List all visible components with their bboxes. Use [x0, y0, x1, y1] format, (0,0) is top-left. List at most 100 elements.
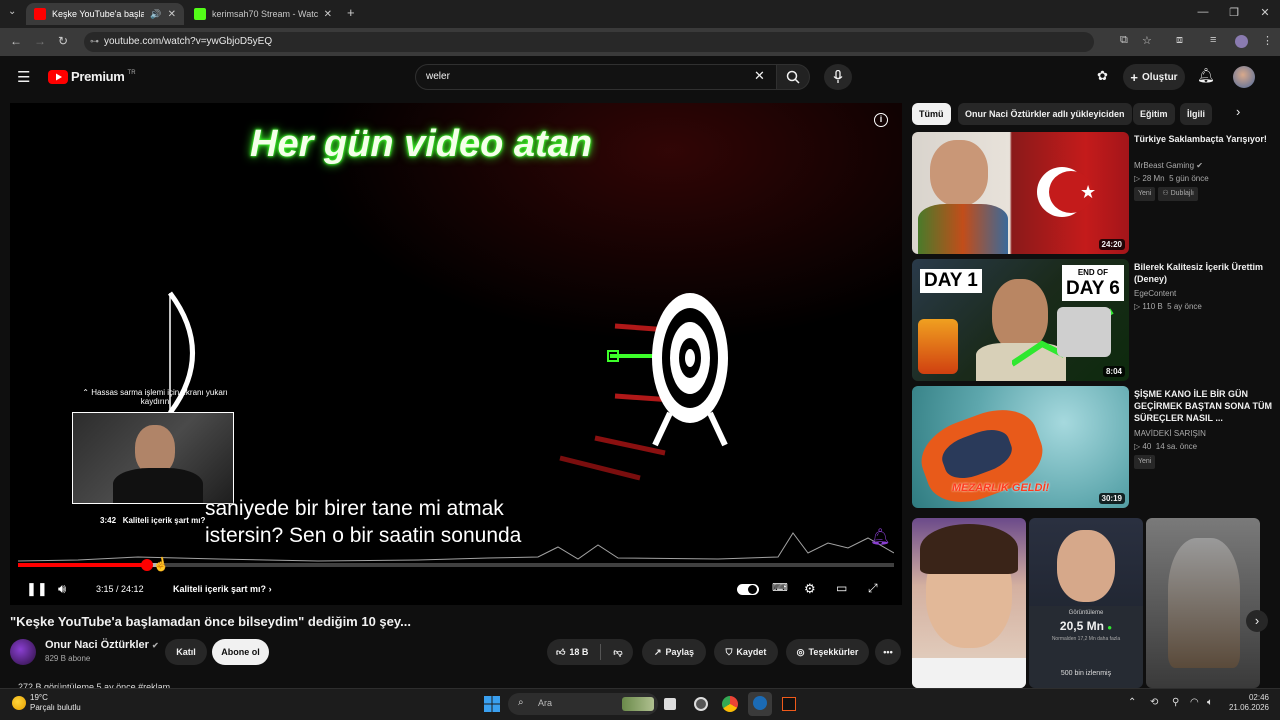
subscribe-button[interactable]: Abone ol — [212, 639, 269, 665]
new-tab-button[interactable]: + — [347, 5, 355, 20]
badge-dubbed: ⚇ Dublajlı — [1158, 187, 1198, 201]
create-button[interactable]: + Oluştur — [1123, 64, 1185, 90]
channel-name[interactable]: Onur Naci Öztürkler ✔ — [45, 639, 159, 651]
shorts-next-icon[interactable]: › — [1246, 610, 1268, 632]
youtube-logo[interactable]: Premium TR — [48, 69, 136, 84]
wifi-icon[interactable]: ◠ — [1190, 697, 1199, 708]
scrubber-handle[interactable] — [140, 559, 153, 571]
clear-search-icon[interactable]: ✕ — [754, 68, 765, 84]
short-thumbnail[interactable] — [1146, 518, 1260, 688]
voice-search-button[interactable] — [824, 64, 852, 90]
extensions-icon[interactable]: ⧈ — [1176, 34, 1183, 47]
save-button[interactable]: ⛉ Kaydet — [714, 639, 778, 665]
search-icon — [786, 70, 800, 84]
windows-start-icon[interactable] — [484, 696, 500, 712]
weather-widget[interactable]: 19°C Parçalı bulutlu — [30, 693, 81, 713]
site-info-icon[interactable]: ⊶ — [90, 36, 99, 47]
settings-gear-icon[interactable]: ⚙ — [804, 581, 816, 597]
chapter-button[interactable]: Kaliteli içerik şart mı? › — [173, 584, 272, 594]
tab-kick[interactable]: kerimsah70 Stream - Watch Liv ✕ — [186, 3, 340, 25]
cast-icon[interactable]: ⧉ — [1120, 34, 1128, 47]
tray-network-app-icon[interactable]: ⟲ — [1150, 697, 1158, 708]
recommendation-channel[interactable]: MAVİDEKİ SARIŞIN — [1134, 428, 1206, 440]
browser-menu-icon[interactable]: ⋮ — [1262, 34, 1273, 47]
share-icon: ↗ — [653, 646, 662, 657]
recommendation-title[interactable]: ŞİŞME KANO İLE BİR GÜN GEÇİRMEK BAŞTAN S… — [1134, 388, 1274, 424]
taskbar-app-icon[interactable] — [694, 697, 708, 711]
recommendation-title[interactable]: Türkiye Saklambaçta Yarışıyor! — [1134, 133, 1274, 145]
short-thumbnail[interactable] — [912, 518, 1026, 688]
pause-icon[interactable]: ❚❚ — [26, 581, 48, 597]
video-player[interactable]: Her gün video atan i ⌃ Hassas sarma işle… — [10, 103, 902, 605]
chip-related[interactable]: İlgili — [1180, 103, 1212, 125]
volume-tray-icon[interactable]: 🔈︎ — [1207, 697, 1213, 708]
recommendation-stats: ▷ 28 Mn 5 gün önce — [1134, 173, 1209, 185]
forward-icon[interactable]: → — [34, 34, 46, 48]
short-thumbnail[interactable]: Görüntüleme 20,5 Mn ● Normalden 17,2 Mn … — [1029, 518, 1143, 688]
tray-usb-icon[interactable]: ⚲ — [1172, 697, 1179, 708]
hamburger-menu-icon[interactable]: ☰ — [17, 68, 30, 86]
account-avatar[interactable] — [1233, 66, 1255, 88]
notifications-bell-icon[interactable]: 🔔︎ — [1197, 67, 1215, 84]
close-window-button[interactable]: ✕ — [1255, 6, 1275, 19]
clock-time: 02:46 — [1248, 693, 1269, 702]
chrome-icon[interactable] — [722, 696, 738, 712]
volume-icon[interactable]: 🔊︎ — [58, 581, 66, 597]
subtitles-icon[interactable]: ⌨ — [772, 581, 788, 594]
tab-close-icon[interactable]: ✕ — [168, 9, 176, 20]
short-stat-number: 20,5 Mn — [1059, 619, 1104, 633]
recommendation-thumbnail[interactable]: MEZARLIK GELDİ! 30:19 — [912, 386, 1129, 508]
join-button[interactable]: Katıl — [165, 639, 207, 665]
chapter-title: Kaliteli içerik şart mı? — [173, 584, 267, 594]
taskbar-clock[interactable]: 02:46 21.06.2026 — [1225, 693, 1269, 713]
restore-button[interactable]: ❐ — [1224, 6, 1244, 19]
recommendation-thumbnail[interactable]: DAY 1 END OF DAY 6 8:04 — [912, 259, 1129, 381]
chip-label: Eğitim — [1140, 109, 1168, 119]
profile-avatar[interactable] — [1235, 35, 1248, 48]
bookmark-star-icon[interactable]: ☆ — [1142, 34, 1152, 47]
chip-from-uploader[interactable]: Onur Naci Öztürkler adlı yükleyiciden — [958, 103, 1132, 125]
taskbar-app-icon[interactable] — [782, 697, 796, 711]
recommendation-thumbnail[interactable]: ★ 24:20 — [912, 132, 1129, 254]
weather-icon[interactable] — [12, 696, 26, 710]
search-input[interactable]: weler — [415, 64, 777, 90]
recommendation-channel[interactable]: MrBeast Gaming ✔ — [1134, 160, 1203, 172]
tab-search-icon[interactable]: ⌄ — [8, 6, 16, 17]
chip-education[interactable]: Eğitim — [1133, 103, 1175, 125]
like-button[interactable]: 👍︎ 18 B — [556, 647, 588, 658]
task-view-icon[interactable] — [664, 698, 676, 710]
tray-chevron-icon[interactable]: ⌃ — [1128, 697, 1136, 708]
autoplay-toggle[interactable] — [737, 584, 759, 595]
chip-all[interactable]: Tümü — [912, 103, 951, 125]
recommendation-channel[interactable]: EgeContent — [1134, 288, 1176, 300]
time-display: 3:15 / 24:12 — [96, 584, 144, 594]
search-button[interactable] — [776, 64, 810, 90]
steam-taskbar-button[interactable] — [748, 692, 772, 716]
fullscreen-icon[interactable]: ⤢ — [868, 581, 878, 596]
reload-icon[interactable]: ↻ — [58, 34, 68, 48]
chips-next-icon[interactable]: › — [1236, 104, 1240, 119]
search-highlight-image — [622, 697, 654, 711]
speaker-icon[interactable]: 🔊 — [150, 9, 161, 20]
theater-mode-icon[interactable]: ▭ — [836, 581, 847, 595]
chevron-right-icon: › — [268, 584, 272, 594]
more-actions-icon[interactable]: ••• — [875, 639, 901, 665]
thanks-button[interactable]: ◎ Teşekkürler — [786, 639, 869, 665]
recommendation-badges: Yeni ⚇ Dublajlı — [1134, 187, 1201, 201]
studio-icon[interactable]: ✿ — [1097, 68, 1108, 84]
minimize-button[interactable]: — — [1193, 6, 1213, 18]
thumbs-down-icon[interactable]: 👎︎ — [613, 647, 622, 658]
thumb-day1-text: DAY 1 — [920, 269, 982, 293]
back-icon[interactable]: ← — [10, 34, 22, 48]
share-button[interactable]: ↗ Paylaş — [642, 639, 706, 665]
super-thanks-icon: ◎ — [796, 646, 805, 657]
tab-title: kerimsah70 Stream - Watch Liv — [212, 9, 318, 19]
channel-avatar[interactable] — [10, 639, 36, 665]
tab-close-icon[interactable]: ✕ — [324, 9, 332, 20]
address-bar[interactable]: ⊶ youtube.com/watch?v=ywGbjoD5yEQ — [84, 32, 1094, 52]
recommendation-title[interactable]: Bilerek Kalitesiz İçerik Ürettim (Deney) — [1134, 261, 1274, 285]
tab-youtube[interactable]: Keşke YouTube'a başlamad 🔊 ✕ — [26, 3, 184, 25]
reading-list-icon[interactable]: ≡ — [1210, 34, 1216, 46]
video-title: "Keşke YouTube'a başlamadan önce bilseyd… — [10, 614, 411, 629]
info-icon[interactable]: i — [874, 113, 888, 127]
